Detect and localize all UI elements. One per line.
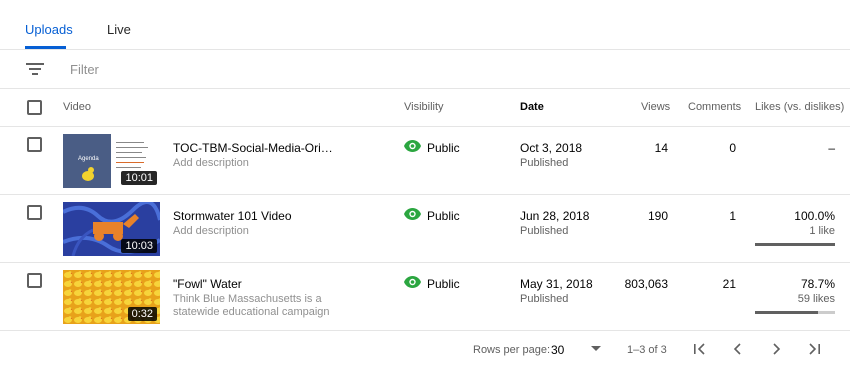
- eye-icon[interactable]: [404, 276, 421, 288]
- tab-uploads[interactable]: Uploads: [25, 22, 73, 37]
- column-header-visibility[interactable]: Visibility: [404, 101, 444, 113]
- column-header-comments[interactable]: Comments: [688, 101, 741, 113]
- publish-status: Published: [520, 157, 569, 169]
- video-thumbnail[interactable]: Agenda 10:01: [63, 134, 160, 188]
- row-checkbox[interactable]: [27, 205, 42, 220]
- table-row[interactable]: 0:32 "Fowl" Water Think Blue Massachuset…: [0, 263, 850, 331]
- thumbnail-agenda-text: Agenda: [78, 156, 99, 162]
- first-page-icon[interactable]: [692, 341, 708, 357]
- eye-icon[interactable]: [404, 140, 421, 152]
- select-all-checkbox[interactable]: [27, 100, 42, 115]
- video-description[interactable]: Add description: [173, 225, 338, 238]
- next-page-icon[interactable]: [768, 341, 784, 357]
- table-row[interactable]: 10:03 Stormwater 101 Video Add descripti…: [0, 195, 850, 263]
- visibility-label: Public: [427, 141, 460, 155]
- video-title[interactable]: "Fowl" Water: [173, 277, 242, 291]
- column-header-likes[interactable]: Likes (vs. dislikes): [755, 101, 844, 113]
- likes-ratio: 78.7%: [800, 277, 835, 291]
- page-range: 1–3 of 3: [627, 344, 667, 356]
- like-ratio-bar: [755, 311, 835, 314]
- views-count: 803,063: [624, 277, 668, 291]
- table-row[interactable]: Agenda 10:01 TOC-TBM-Social-Media-Orient…: [0, 127, 850, 195]
- video-title[interactable]: TOC-TBM-Social-Media-Orientati…: [173, 141, 338, 155]
- video-description[interactable]: Think Blue Massachusetts is a statewide …: [173, 293, 338, 320]
- column-header-date[interactable]: Date: [520, 101, 544, 113]
- last-page-icon[interactable]: [806, 341, 822, 357]
- pagination-footer: Rows per page: 30 1–3 of 3: [0, 330, 850, 367]
- views-count: 14: [654, 141, 668, 155]
- likes-ratio: –: [828, 141, 835, 155]
- comments-count[interactable]: 21: [723, 277, 736, 291]
- likes-ratio: 100.0%: [794, 209, 835, 223]
- video-duration: 0:32: [127, 307, 157, 321]
- column-header-video: Video: [63, 101, 91, 113]
- filter-bar: Filter: [0, 50, 850, 89]
- views-count: 190: [647, 209, 668, 223]
- dropdown-arrow-icon[interactable]: [591, 346, 601, 351]
- visibility-label: Public: [427, 209, 460, 223]
- comments-count[interactable]: 0: [729, 141, 736, 155]
- video-title[interactable]: Stormwater 101 Video: [173, 209, 292, 223]
- video-date: Jun 28, 2018: [520, 209, 590, 223]
- row-checkbox[interactable]: [27, 137, 42, 152]
- table-header: Video Visibility Date Views Comments Lik…: [0, 89, 850, 127]
- video-thumbnail[interactable]: 10:03: [63, 202, 160, 256]
- filter-icon[interactable]: [26, 62, 44, 76]
- video-duration: 10:01: [121, 171, 157, 185]
- video-duration: 10:03: [121, 239, 157, 253]
- video-thumbnail[interactable]: 0:32: [63, 270, 160, 324]
- video-date: May 31, 2018: [520, 277, 593, 291]
- rows-per-page-select[interactable]: 30: [551, 343, 564, 357]
- like-ratio-bar-fill: [755, 243, 835, 246]
- eye-icon[interactable]: [404, 208, 421, 220]
- visibility-label: Public: [427, 277, 460, 291]
- row-checkbox[interactable]: [27, 273, 42, 288]
- publish-status: Published: [520, 293, 569, 305]
- like-ratio-bar-fill: [755, 311, 818, 314]
- rows-per-page-label: Rows per page:: [473, 344, 551, 356]
- tab-bar: Uploads Live: [0, 0, 850, 50]
- publish-status: Published: [520, 225, 569, 237]
- likes-count: 59 likes: [797, 293, 835, 305]
- filter-input[interactable]: Filter: [70, 62, 99, 77]
- likes-count: 1 like: [809, 225, 835, 237]
- column-header-views[interactable]: Views: [641, 101, 670, 113]
- comments-count[interactable]: 1: [729, 209, 736, 223]
- active-tab-indicator: [25, 46, 66, 49]
- previous-page-icon[interactable]: [730, 341, 746, 357]
- video-date: Oct 3, 2018: [520, 141, 583, 155]
- video-description[interactable]: Add description: [173, 157, 338, 170]
- like-ratio-bar: [755, 243, 835, 246]
- tab-live[interactable]: Live: [107, 22, 131, 37]
